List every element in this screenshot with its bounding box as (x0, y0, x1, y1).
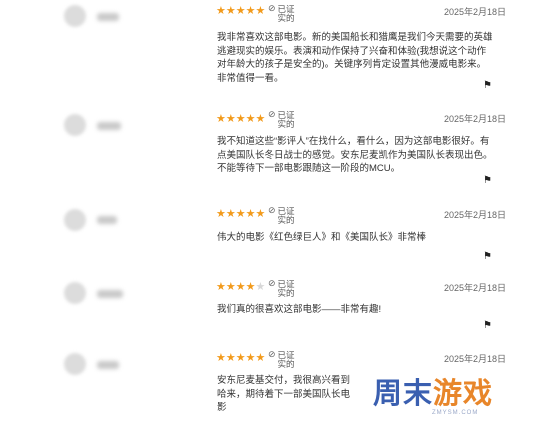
review-text: 伟大的电影《红色绿巨人》和《美国队长》非常棒 (217, 232, 427, 243)
verified-label-line2: 实的 (277, 215, 295, 225)
star-filled-icon: ★ (235, 4, 246, 17)
star-filled-icon: ★ (235, 207, 246, 220)
star-rating: ★★★★★ (216, 113, 265, 125)
verified-label-line2: 实的 (277, 359, 295, 369)
verified-purchase-badge: ⊘ 已证 实的 (268, 5, 295, 23)
avatar (64, 353, 86, 375)
star-filled-icon: ★ (255, 4, 266, 17)
verified-label-line2: 实的 (277, 13, 295, 23)
star-rating: ★★★★★ (216, 352, 265, 364)
username-blurred (97, 361, 119, 369)
star-filled-icon: ★ (216, 351, 226, 364)
star-rating: ★★★★★ (216, 281, 265, 293)
star-filled-icon: ★ (216, 112, 226, 125)
verified-purchase-badge: ⊘ 已证 实的 (268, 111, 295, 129)
review-text: 安东尼麦基交付，我很高兴看到哈来，期待着下一部美国队长电影 (217, 375, 351, 413)
star-filled-icon: ★ (216, 207, 226, 220)
star-filled-icon: ★ (245, 207, 256, 220)
username-blurred (97, 290, 123, 298)
verified-label-line2: 实的 (277, 288, 295, 298)
verified-purchase-badge: ⊘ 已证 实的 (268, 351, 295, 369)
avatar (64, 282, 86, 304)
username-blurred (97, 216, 117, 224)
avatar (64, 114, 86, 136)
avatar (64, 5, 86, 27)
review-text: 我不知道这些“影评人”在找什么，看什么，因为这部电影很好。有点美国队长冬日战士的… (217, 136, 493, 174)
star-filled-icon: ★ (245, 4, 256, 17)
check-circle-icon: ⊘ (268, 350, 276, 360)
star-filled-icon: ★ (245, 280, 256, 293)
check-circle-icon: ⊘ (268, 110, 276, 120)
check-circle-icon: ⊘ (268, 206, 276, 216)
star-filled-icon: ★ (235, 280, 246, 293)
verified-purchase-badge: ⊘ 已证 实的 (268, 280, 295, 298)
star-filled-icon: ★ (225, 351, 236, 364)
review-item: ★★★★★ ⊘ 已证 实的 2025年2月18日 我不知道这些“影评人”在找什么，… (0, 108, 550, 203)
star-filled-icon: ★ (225, 207, 236, 220)
star-filled-icon: ★ (245, 112, 256, 125)
star-filled-icon: ★ (255, 207, 266, 220)
site-watermark: 周末游戏 ZMYSM.COM (370, 377, 550, 423)
star-filled-icon: ★ (235, 112, 246, 125)
review-date: 2025年2月18日 (444, 210, 507, 220)
username-blurred (97, 13, 119, 21)
avatar (64, 209, 86, 231)
review-date: 2025年2月18日 (444, 283, 507, 293)
star-empty-icon: ★ (255, 280, 266, 293)
star-filled-icon: ★ (225, 112, 236, 125)
flag-icon[interactable]: ⚑ (483, 80, 492, 91)
star-filled-icon: ★ (216, 280, 226, 293)
check-circle-icon: ⊘ (268, 4, 276, 14)
watermark-brand-part2: 游戏 (433, 376, 494, 410)
star-rating: ★★★★★ (216, 5, 265, 17)
star-filled-icon: ★ (216, 4, 226, 17)
star-filled-icon: ★ (225, 4, 236, 17)
flag-icon[interactable]: ⚑ (483, 175, 492, 186)
star-filled-icon: ★ (225, 280, 236, 293)
review-date: 2025年2月18日 (444, 354, 507, 364)
star-filled-icon: ★ (255, 112, 266, 125)
flag-icon[interactable]: ⚑ (483, 251, 492, 262)
review-date: 2025年2月18日 (444, 7, 507, 17)
review-text: 我非常喜欢这部电影。新的美国船长和猎鹰是我们今天需要的英雄逃避现实的娱乐。表演和… (217, 32, 493, 84)
watermark-brand-part1: 周末 (373, 376, 434, 410)
username-blurred (97, 122, 121, 130)
star-filled-icon: ★ (255, 351, 266, 364)
star-rating: ★★★★★ (216, 208, 265, 220)
flag-icon[interactable]: ⚑ (483, 320, 492, 331)
star-filled-icon: ★ (235, 351, 246, 364)
star-filled-icon: ★ (245, 351, 256, 364)
review-text: 我们真的很喜欢这部电影——非常有趣! (217, 304, 382, 315)
verified-purchase-badge: ⊘ 已证 实的 (268, 207, 295, 225)
watermark-logo: 周末游戏 (373, 377, 493, 409)
verified-label-line2: 实的 (277, 119, 295, 129)
check-circle-icon: ⊘ (268, 279, 276, 289)
review-date: 2025年2月18日 (444, 114, 507, 124)
watermark-url: ZMYSM.COM (432, 410, 479, 416)
review-item: ★★★★★ ⊘ 已证 实的 2025年2月18日 我非常喜欢这部电影。新的美国船长… (0, 0, 550, 95)
